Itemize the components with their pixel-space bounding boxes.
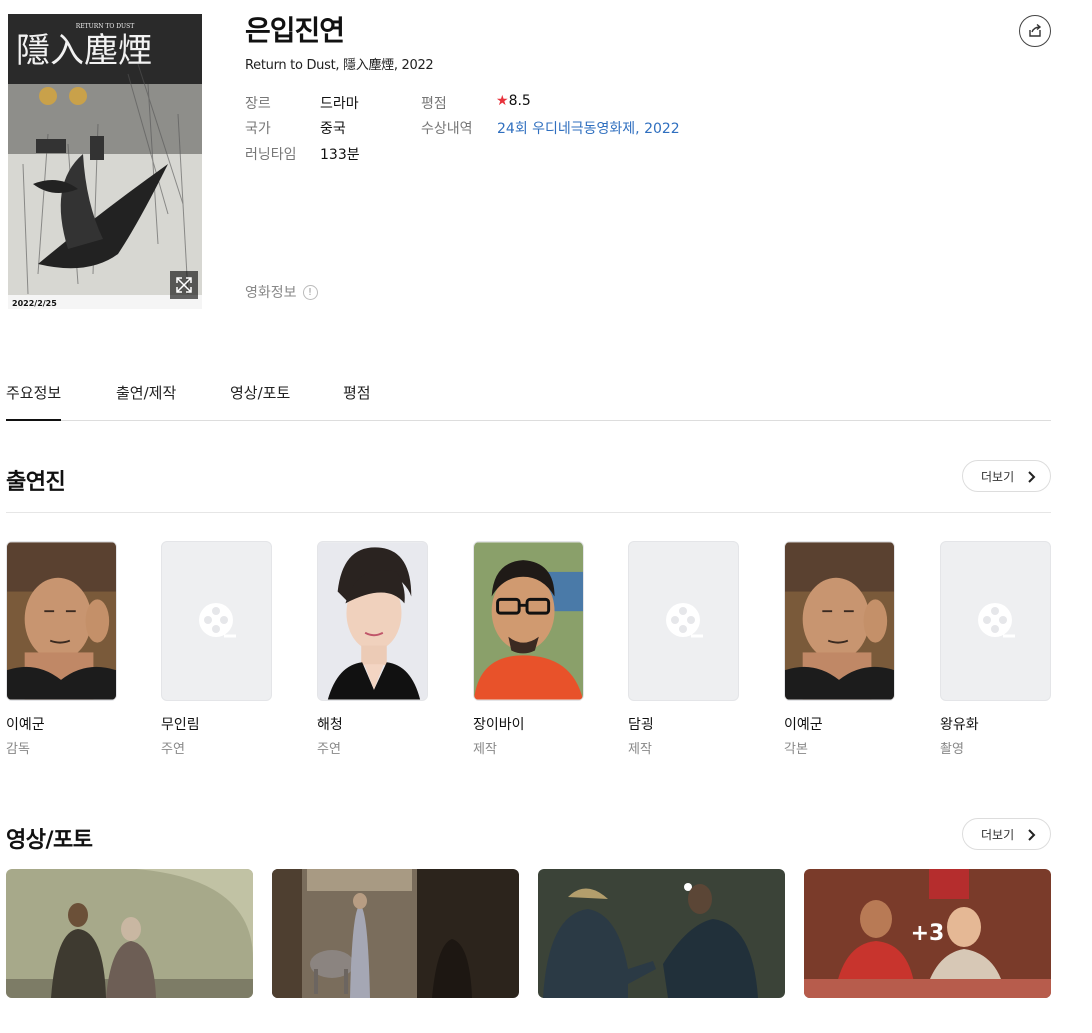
cast-name: 담굉	[628, 717, 654, 733]
cast-card[interactable]: 장이바이 제작	[473, 541, 584, 757]
movie-info-link[interactable]: 영화정보 !	[245, 282, 318, 302]
expand-poster-button[interactable]	[170, 271, 198, 299]
runtime-label: 러닝타임	[245, 147, 297, 163]
tab-cast-crew[interactable]: 출연/제작	[116, 382, 176, 421]
genre-label: 장르	[245, 96, 271, 112]
still-night-handshake	[538, 869, 785, 998]
svg-text:隱入塵煙: 隱入塵煙	[16, 31, 152, 71]
more-photos-count: +3	[910, 921, 945, 946]
cast-photo	[784, 541, 895, 701]
still-donkey-barn	[272, 869, 519, 998]
cast-card[interactable]: 무인림 주연	[161, 541, 272, 757]
cast-more-button[interactable]: 더보기	[962, 460, 1051, 492]
cast-role: 주연	[317, 742, 341, 757]
cast-card[interactable]: 이예군 감독	[6, 541, 117, 757]
cast-photo	[317, 541, 428, 701]
tab-main-info[interactable]: 주요정보	[6, 382, 62, 421]
cast-role: 감독	[6, 742, 30, 757]
tab-bar: 주요정보 출연/제작 영상/포토 평점	[6, 370, 1051, 421]
country-label: 국가	[245, 121, 271, 137]
cast-role: 제작	[628, 742, 652, 757]
info-icon: !	[302, 284, 318, 300]
movie-subtitle: Return to Dust, 隱入塵煙, 2022	[245, 58, 434, 73]
media-section-title: 영상/포토	[6, 828, 93, 853]
film-reel-icon	[198, 603, 236, 638]
cast-card[interactable]: 해청 주연	[317, 541, 428, 757]
director-portrait	[7, 542, 116, 700]
cast-photo	[473, 541, 584, 701]
poster-tagline: RETURN TO DUST	[76, 23, 134, 30]
cast-photo	[6, 541, 117, 701]
cast-name: 무인림	[161, 717, 200, 733]
media-thumbnail[interactable]	[6, 869, 253, 998]
award-link[interactable]: 24회 우디네극동영화제, 2022	[497, 118, 680, 138]
star-icon: ★	[496, 93, 509, 109]
film-reel-icon	[977, 603, 1015, 638]
director-portrait	[785, 542, 894, 700]
movie-poster[interactable]: RETURN TO DUST 隱入塵煙 2022/2/25	[8, 14, 202, 309]
tab-ratings[interactable]: 평점	[343, 382, 371, 421]
cast-role: 각본	[784, 742, 808, 757]
rating-label: 평점	[421, 96, 447, 112]
genre-value: 드라마	[320, 96, 359, 112]
media-more-label: 더보기	[981, 827, 1015, 842]
tab-video-photo[interactable]: 영상/포토	[230, 382, 290, 421]
cast-role: 촬영	[940, 742, 964, 757]
cast-role: 주연	[161, 742, 185, 757]
expand-icon	[176, 277, 192, 293]
still-couple-sitting	[6, 869, 253, 998]
cast-role: 제작	[473, 742, 497, 757]
country-value: 중국	[320, 121, 346, 137]
producer-portrait	[474, 542, 583, 700]
media-thumbnail[interactable]	[538, 869, 785, 998]
media-more-button[interactable]: 더보기	[962, 818, 1051, 850]
film-reel-icon	[665, 603, 703, 638]
cast-photo-placeholder	[161, 541, 272, 701]
actress-portrait	[318, 542, 427, 700]
cast-name: 이예군	[6, 717, 45, 733]
chevron-right-icon	[1028, 829, 1036, 841]
movie-title: 은입진연	[245, 14, 345, 47]
cast-name: 장이바이	[473, 717, 525, 733]
share-icon	[1029, 23, 1042, 37]
movie-header: 은입진연 Return to Dust, 隱入塵煙, 2022	[245, 12, 1045, 73]
award-label: 수상내역	[421, 121, 473, 137]
rating-value-group: ★8.5	[496, 93, 531, 109]
rating-value: 8.5	[508, 93, 531, 109]
poster-date: 2022/2/25	[12, 299, 57, 308]
cast-more-label: 더보기	[981, 469, 1015, 484]
cast-section-divider	[6, 512, 1051, 513]
cast-photo-placeholder	[628, 541, 739, 701]
share-button[interactable]	[1019, 15, 1051, 47]
media-thumbnail-more[interactable]: +3	[804, 869, 1051, 998]
cast-name: 해청	[317, 717, 343, 733]
runtime-value: 133분	[320, 147, 360, 163]
poster-artwork: RETURN TO DUST 隱入塵煙 2022/2/25	[8, 14, 202, 309]
movie-info-label: 영화정보	[245, 285, 297, 301]
cast-card[interactable]: 이예군 각본	[784, 541, 895, 757]
chevron-right-icon	[1028, 471, 1036, 483]
media-thumbnail[interactable]	[272, 869, 519, 998]
cast-section-title: 출연진	[6, 470, 66, 495]
cast-name: 이예군	[784, 717, 823, 733]
cast-card[interactable]: 왕유화 촬영	[940, 541, 1051, 757]
cast-name: 왕유화	[940, 717, 979, 733]
cast-photo-placeholder	[940, 541, 1051, 701]
cast-card[interactable]: 담굉 제작	[628, 541, 739, 757]
